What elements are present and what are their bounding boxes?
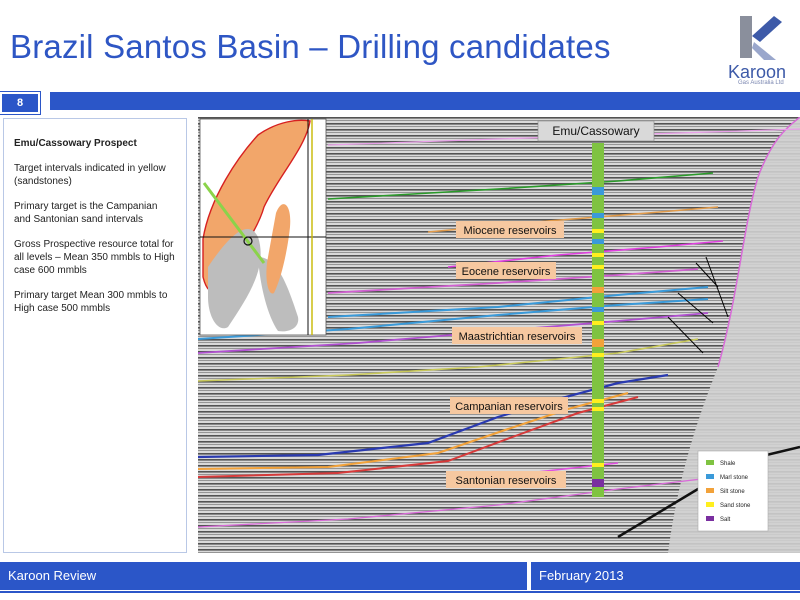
legend-swatch [706, 474, 714, 479]
legend-label: Salt [720, 517, 731, 523]
legend-label: Shale [720, 461, 736, 467]
prospect-paragraph: Primary target is the Campanian and Sant… [14, 201, 158, 225]
prospect-paragraph: Target intervals indicated in yellow (sa… [14, 163, 166, 187]
reservoir-label-santonian: Santonian reservoirs [456, 475, 557, 487]
prospect-paragraph: Primary target Mean 300 mmbls to High ca… [14, 290, 168, 314]
reservoir-label-miocene: Miocene reservoirs [464, 225, 557, 237]
reservoir-label-campanian: Campanian reservoirs [455, 401, 563, 413]
reservoir-label-eocene: Eocene reservoirs [462, 266, 551, 278]
prospect-paragraph: Gross Prospective resource total for all… [14, 239, 175, 276]
page-number: 8 [0, 91, 41, 115]
footer-left: Karoon Review [0, 562, 527, 590]
reservoir-label-maastrichtian: Maastrichtian reservoirs [459, 331, 576, 343]
well-label: Emu/Cassowary [552, 124, 639, 138]
legend-swatch [706, 502, 714, 507]
legend-swatch [706, 516, 714, 521]
footer-date: February 2013 [531, 562, 800, 590]
legend-swatch [706, 488, 714, 493]
seismic-section: Emu/Cassowary Miocene reservoirs Eocene … [198, 117, 800, 553]
legend-label: Marl stone [720, 475, 749, 481]
page-title: Brazil Santos Basin – Drilling candidate… [10, 28, 611, 65]
legend-swatch [706, 460, 714, 465]
footer-rule [0, 591, 800, 593]
header-bar [50, 92, 800, 110]
legend-label: Silt stone [720, 489, 745, 495]
prospect-panel: Emu/Cassowary Prospect Target intervals … [3, 118, 187, 553]
prospect-heading: Emu/Cassowary Prospect [14, 138, 137, 149]
logo-subtitle: Gas Australia Ltd [738, 80, 784, 86]
legend-label: Sand stone [720, 503, 751, 509]
